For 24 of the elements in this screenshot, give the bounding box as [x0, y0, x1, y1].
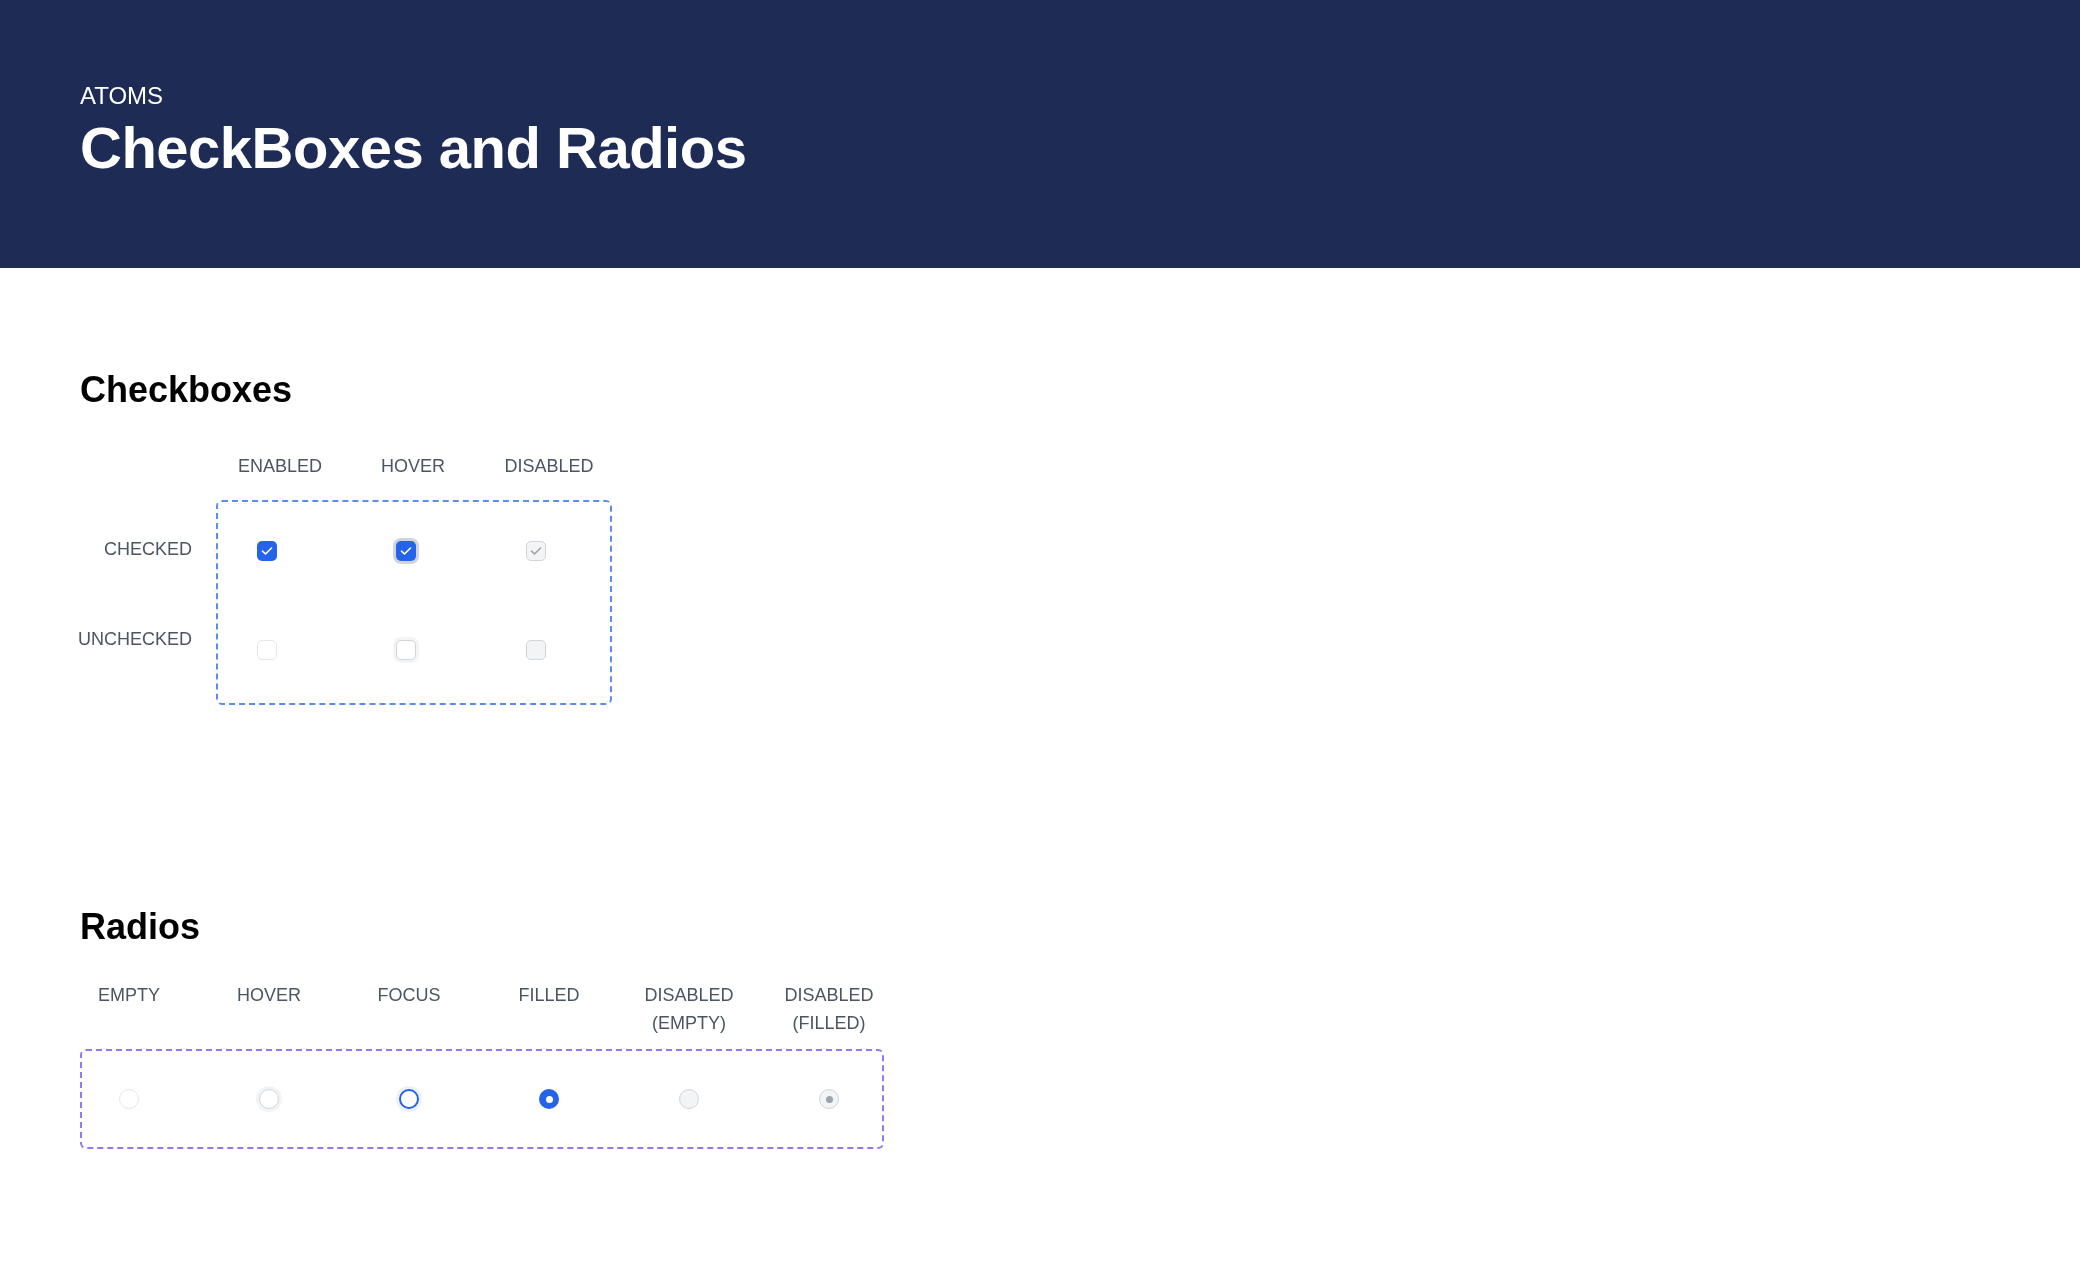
- radio-button[interactable]: [399, 1089, 419, 1109]
- column-label: FILLED: [517, 984, 581, 1007]
- radio-button[interactable]: [539, 1089, 559, 1109]
- checkbox[interactable]: [396, 640, 416, 660]
- row-label: UNCHECKED: [78, 628, 192, 651]
- column-label: ENABLED: [236, 455, 323, 478]
- page-title: CheckBoxes and Radios: [80, 114, 748, 182]
- column-label: EMPTY: [97, 984, 161, 1007]
- section-title: Checkboxes: [80, 368, 294, 412]
- checkbox[interactable]: [257, 640, 277, 660]
- column-label: DISABLED (EMPTY): [643, 984, 735, 1035]
- column-label: FOCUS: [376, 984, 442, 1007]
- column-label: HOVER: [236, 984, 302, 1007]
- section-title: Radios: [80, 905, 202, 949]
- checkbox[interactable]: [257, 541, 277, 561]
- check-icon: [530, 546, 542, 556]
- column-label: DISABLED: [503, 455, 595, 478]
- check-icon: [261, 546, 273, 556]
- row-label: CHECKED: [104, 538, 192, 561]
- checkbox[interactable]: [396, 541, 416, 561]
- column-label: DISABLED (FILLED): [783, 984, 875, 1035]
- eyebrow-label: ATOMS: [80, 82, 165, 110]
- check-icon: [400, 546, 412, 556]
- column-label: HOVER: [380, 455, 446, 478]
